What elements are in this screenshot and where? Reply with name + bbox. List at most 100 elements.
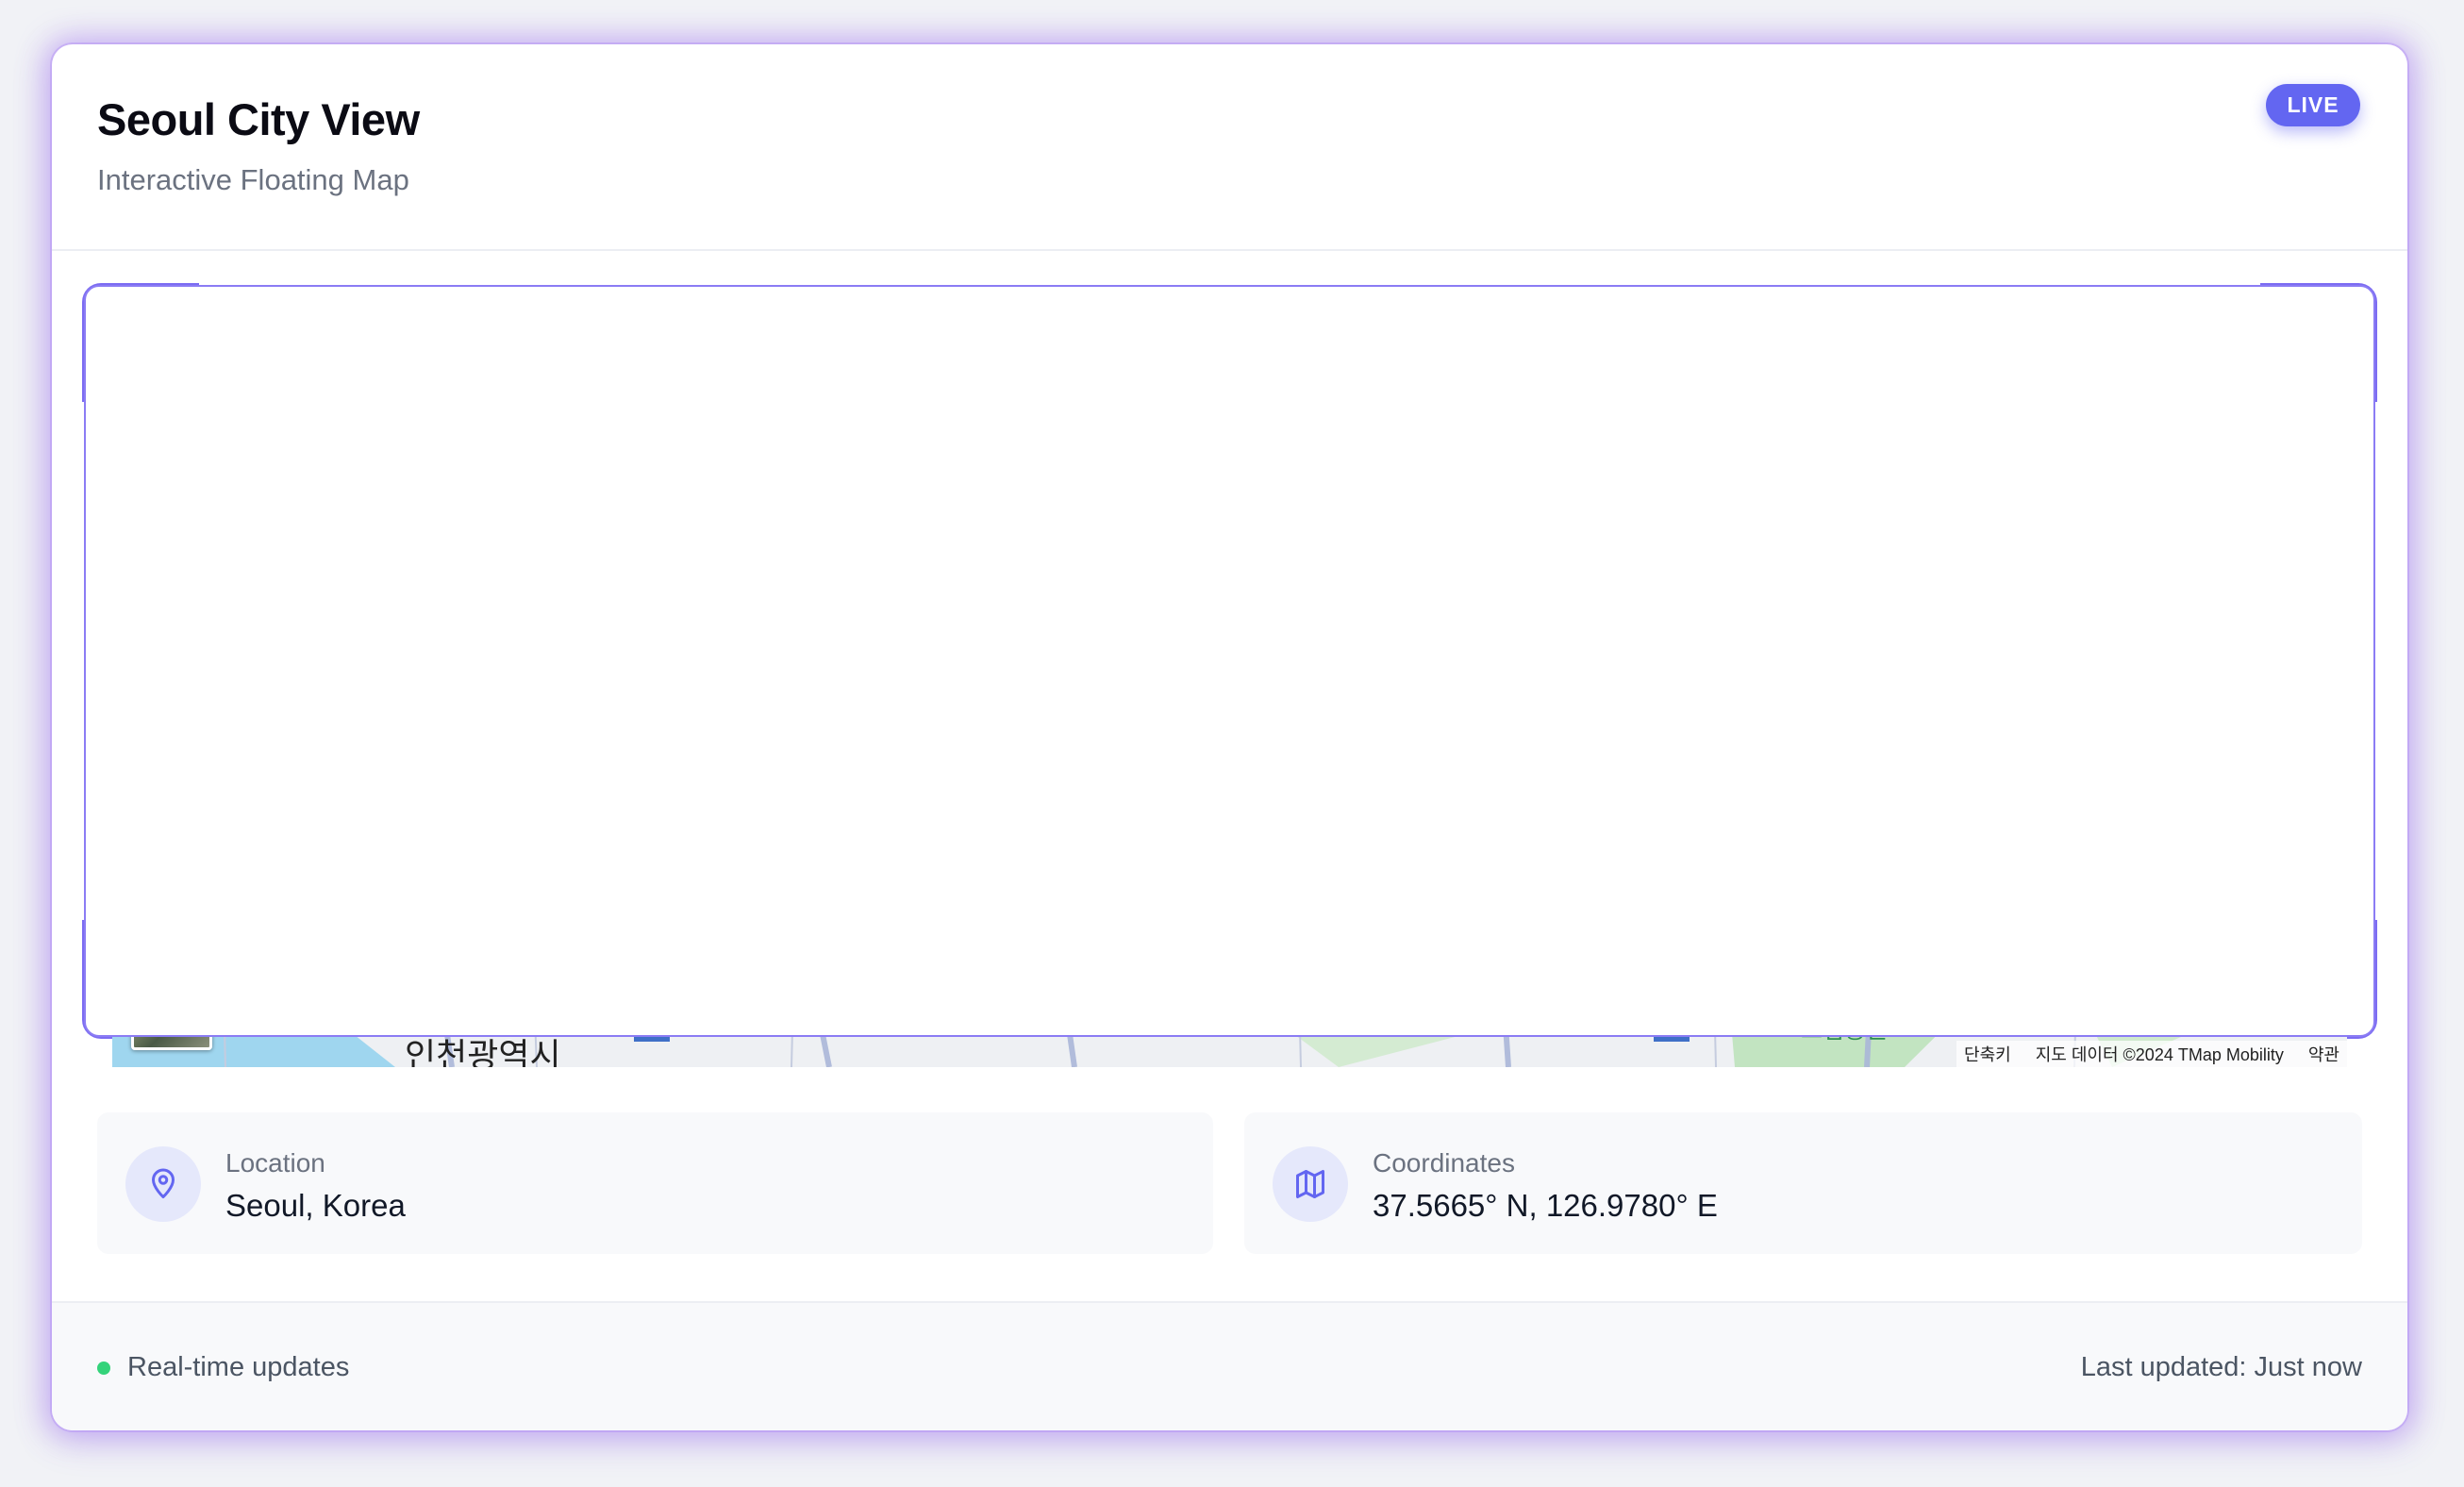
svg-text:신내동: 신내동	[1491, 484, 1539, 504]
svg-text:30: 30	[1437, 532, 1453, 548]
svg-text:61: 61	[1479, 459, 1495, 475]
svg-text:광진구: 광진구	[1546, 742, 1593, 761]
svg-text:45: 45	[2039, 746, 2056, 762]
location-label: Location	[225, 1148, 325, 1178]
svg-text:88: 88	[1538, 839, 1554, 855]
svg-text:구리시: 구리시	[1650, 552, 1728, 585]
svg-text:130: 130	[654, 613, 679, 629]
map-frame: 383 86 351 342 3 47 6 46 1 1 6 6 43 100 …	[82, 283, 2377, 1067]
svg-text:88: 88	[690, 509, 706, 525]
svg-text:88: 88	[1456, 839, 1472, 855]
last-updated-text: Last updated: Just now	[2080, 1352, 2362, 1382]
svg-text:도립공원: 도립공원	[1801, 1016, 1888, 1044]
svg-text:120: 120	[847, 833, 873, 849]
location-value: Seoul, Korea	[225, 1188, 406, 1223]
map-attribution: 단축키 지도 데이터 ©2024 TMap Mobility 약관	[1956, 1041, 2347, 1067]
svg-text:1: 1	[978, 892, 987, 908]
svg-text:중랑구: 중랑구	[1537, 560, 1584, 580]
svg-text:용산구: 용산구	[1248, 789, 1295, 809]
svg-text:112: 112	[1969, 455, 1991, 471]
svg-text:하남시: 하남시	[1854, 816, 1932, 849]
svg-text:상일동: 상일동	[1763, 727, 1810, 747]
place-name: 서울특별시	[154, 358, 267, 386]
larger-map-link[interactable]: 큰 지도 보기	[154, 459, 260, 489]
svg-text:70: 70	[1138, 760, 1154, 777]
svg-text:1: 1	[1340, 931, 1349, 947]
zoom-out-button[interactable]: −	[2272, 946, 2347, 1023]
svg-text:45: 45	[2282, 470, 2299, 486]
svg-text:서대문구: 서대문구	[1098, 630, 1160, 650]
directions-icon	[573, 355, 599, 385]
svg-text:130: 130	[175, 751, 200, 767]
svg-text:강서구: 강서구	[824, 693, 871, 712]
svg-text:383: 383	[1793, 325, 1819, 341]
svg-text:6: 6	[1142, 715, 1151, 731]
header-divider	[52, 249, 2407, 251]
svg-text:남한산성: 남한산성	[1801, 987, 1888, 1014]
coordinates-card: Coordinates 37.5665° N, 126.9780° E	[1244, 1112, 2362, 1254]
svg-text:46: 46	[1970, 392, 1987, 408]
svg-text:남양주시: 남양주시	[1947, 335, 2051, 368]
satellite-toggle[interactable]	[131, 969, 212, 1050]
svg-text:45: 45	[2178, 719, 2195, 735]
svg-text:구로구: 구로구	[914, 919, 961, 939]
svg-text:47: 47	[1528, 710, 1545, 727]
svg-text:100: 100	[533, 543, 558, 559]
map-data-credit: 지도 데이터 ©2024 TMap Mobility	[2035, 1045, 2284, 1064]
card-footer: Real-time updates Last updated: Just now	[52, 1301, 2407, 1430]
svg-text:송파구: 송파구	[1678, 876, 1725, 895]
status-text: Real-time updates	[127, 1352, 350, 1382]
svg-text:30: 30	[1110, 670, 1126, 686]
svg-text:60: 60	[2097, 546, 2114, 562]
svg-text:39: 39	[649, 508, 666, 524]
live-badge: LIVE	[2266, 84, 2360, 126]
directions-button[interactable]: 길찾기	[565, 351, 631, 436]
svg-text:관악구: 관악구	[1101, 999, 1148, 1019]
svg-text:양천구: 양천구	[925, 817, 973, 837]
svg-text:마포구: 마포구	[1061, 655, 1108, 675]
svg-text:인천광역시: 인천광역시	[405, 1037, 561, 1067]
google-logo: Google	[1214, 1004, 1300, 1033]
city-label: 서울특별시	[1195, 591, 1412, 645]
svg-text:풍산동: 풍산동	[1810, 727, 1857, 747]
svg-text:61: 61	[1504, 664, 1520, 680]
svg-text:70: 70	[1534, 806, 1550, 822]
svg-text:강남구: 강남구	[1437, 902, 1484, 922]
svg-text:400: 400	[300, 917, 325, 933]
svg-text:48: 48	[612, 528, 629, 544]
svg-text:46: 46	[2287, 371, 2304, 387]
svg-text:100: 100	[1659, 1025, 1685, 1041]
embedded-map[interactable]: 383 86 351 342 3 47 6 46 1 1 6 6 43 100 …	[112, 313, 2347, 1067]
zoom-in-button[interactable]: +	[2272, 870, 2347, 945]
svg-text:6: 6	[1905, 627, 1913, 643]
svg-text:30: 30	[1467, 682, 1483, 698]
svg-text:357: 357	[730, 459, 754, 475]
status-dot	[97, 1362, 110, 1375]
svg-text:86: 86	[1765, 411, 1782, 427]
svg-text:서초구: 서초구	[1346, 982, 1393, 1002]
svg-text:동작구: 동작구	[1174, 904, 1222, 924]
svg-text:100: 100	[640, 1025, 665, 1041]
svg-text:강동구: 강동구	[1716, 732, 1763, 752]
zoom-controls: + −	[2272, 870, 2347, 1023]
shortcuts-link[interactable]: 단축키	[1964, 1042, 2011, 1066]
map-label-goyang: 고양시	[843, 326, 922, 359]
svg-text:3: 3	[1507, 542, 1515, 558]
coordinates-label: Coordinates	[1373, 1148, 1515, 1178]
svg-text:개포동: 개포동	[1433, 973, 1480, 993]
svg-text:동대문구: 동대문구	[1448, 621, 1510, 641]
marker-label: 서울특별시	[1303, 521, 1416, 549]
svg-text:은평구: 은평구	[1103, 494, 1150, 514]
map-pin-icon	[125, 1146, 201, 1222]
terms-link[interactable]: 약관	[2308, 1042, 2339, 1066]
location-card: Location Seoul, Korea	[97, 1112, 1213, 1254]
place-info-panel: 서울특별시 서울특별시 큰 지도 보기 길찾기	[131, 332, 658, 504]
svg-text:46: 46	[614, 923, 631, 939]
page-title: Seoul City View	[97, 94, 420, 144]
place-address: 서울특별시	[154, 399, 250, 423]
map-card: Seoul City View Interactive Floating Map…	[52, 44, 2407, 1430]
svg-text:일패동: 일패동	[1923, 487, 1971, 507]
svg-text:영등포구: 영등포구	[1056, 836, 1118, 856]
svg-text:43: 43	[1732, 787, 1749, 803]
svg-text:6: 6	[2234, 746, 2242, 762]
